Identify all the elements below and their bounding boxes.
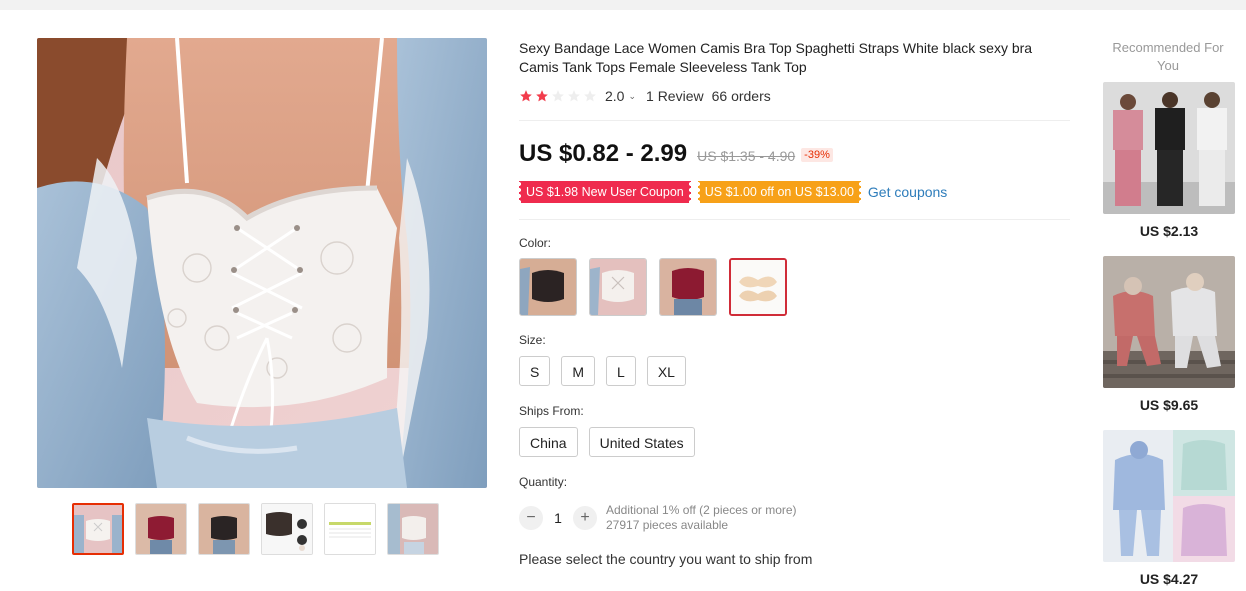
- recommended-item-price: US $4.27: [1139, 571, 1199, 587]
- color-swatch-nipple-covers[interactable]: [729, 258, 787, 316]
- ships-from-options: China United States: [519, 427, 695, 457]
- star-filled-icon: [536, 90, 548, 102]
- minus-icon[interactable]: −: [519, 506, 543, 530]
- product-title: Sexy Bandage Lace Women Camis Bra Top Sp…: [519, 40, 1033, 75]
- ships-from-china[interactable]: China: [519, 427, 578, 457]
- size-label: Size:: [519, 333, 546, 347]
- thumbnail-black-lace-top[interactable]: [198, 503, 250, 555]
- thumbnail-white-lace-top-2[interactable]: [387, 503, 439, 555]
- orders-count: 66 orders: [711, 88, 771, 104]
- size-option-m[interactable]: M: [561, 356, 596, 386]
- divider: [519, 120, 1070, 121]
- recommended-title: Recommended For You: [1112, 40, 1224, 73]
- recommended-item[interactable]: US $4.27: [1103, 430, 1235, 587]
- reviews-link[interactable]: 1 Review: [646, 88, 704, 104]
- discount-badge: -39%: [801, 148, 833, 162]
- current-price: US $0.82 - 2.99: [519, 140, 688, 167]
- main-product-image[interactable]: [37, 38, 487, 488]
- original-price: US $1.35 - 4.90: [697, 148, 796, 164]
- recommended-item-price: US $9.65: [1139, 397, 1199, 413]
- divider: [519, 219, 1070, 220]
- bulk-discount-note: Additional 1% off (2 pieces or more): [606, 503, 797, 517]
- recommended-item-image[interactable]: [1103, 256, 1235, 388]
- rating-value[interactable]: 2.0: [605, 88, 624, 104]
- new-user-coupon[interactable]: US $1.98 New User Coupon: [519, 181, 691, 203]
- quantity-info: Additional 1% off (2 pieces or more) 279…: [606, 503, 797, 533]
- color-swatch-burgundy[interactable]: [659, 258, 717, 316]
- recommended-item-image[interactable]: [1103, 82, 1235, 214]
- size-options: S M L XL: [519, 356, 686, 386]
- recommended-item[interactable]: US $2.13: [1103, 82, 1235, 239]
- size-option-l[interactable]: L: [606, 356, 636, 386]
- quantity-stepper: − 1 + Additional 1% off (2 pieces or mor…: [519, 503, 797, 533]
- color-swatch-black[interactable]: [519, 258, 577, 316]
- product-photo: [37, 38, 487, 488]
- top-bar: [0, 0, 1246, 10]
- recommended-item-price: US $2.13: [1139, 223, 1199, 239]
- ships-from-united-states[interactable]: United States: [588, 427, 695, 457]
- ship-country-message: Please select the country you want to sh…: [519, 551, 813, 567]
- ships-from-label: Ships From:: [519, 404, 584, 418]
- color-label: Color:: [519, 236, 552, 250]
- star-filled-icon: [520, 90, 532, 102]
- color-swatch-white[interactable]: [589, 258, 647, 316]
- coupon-row: US $1.98 New User Coupon US $1.00 off on…: [519, 181, 947, 203]
- chevron-down-icon[interactable]: ⌄: [628, 91, 636, 102]
- rating-row: 2.0 ⌄ 1 Review 66 orders: [519, 88, 771, 104]
- star-empty-icon: [584, 90, 596, 102]
- recommended-item[interactable]: US $9.65: [1103, 256, 1235, 413]
- quantity-value[interactable]: 1: [543, 510, 573, 526]
- store-coupon[interactable]: US $1.00 off on US $13.00: [697, 181, 861, 203]
- get-coupons-link[interactable]: Get coupons: [868, 184, 947, 200]
- thumbnail-black-top-variants[interactable]: [261, 503, 313, 555]
- color-swatches: [519, 258, 787, 316]
- rating-stars: [519, 89, 597, 103]
- pieces-available: 27917 pieces available: [606, 518, 729, 532]
- star-empty-icon: [552, 90, 564, 102]
- thumbnail-burgundy-lace-top[interactable]: [135, 503, 187, 555]
- recommended-item-image[interactable]: [1103, 430, 1235, 562]
- thumbnail-white-lace-top[interactable]: [72, 503, 124, 555]
- quantity-label: Quantity:: [519, 475, 568, 489]
- size-option-xl[interactable]: XL: [646, 356, 686, 386]
- price-row: US $0.82 - 2.99 US $1.35 - 4.90 -39%: [519, 140, 833, 168]
- thumbnail-strip: [72, 503, 439, 555]
- plus-icon[interactable]: +: [573, 506, 597, 530]
- star-empty-icon: [568, 90, 580, 102]
- size-option-s[interactable]: S: [519, 356, 551, 386]
- thumbnail-size-chart[interactable]: [324, 503, 376, 555]
